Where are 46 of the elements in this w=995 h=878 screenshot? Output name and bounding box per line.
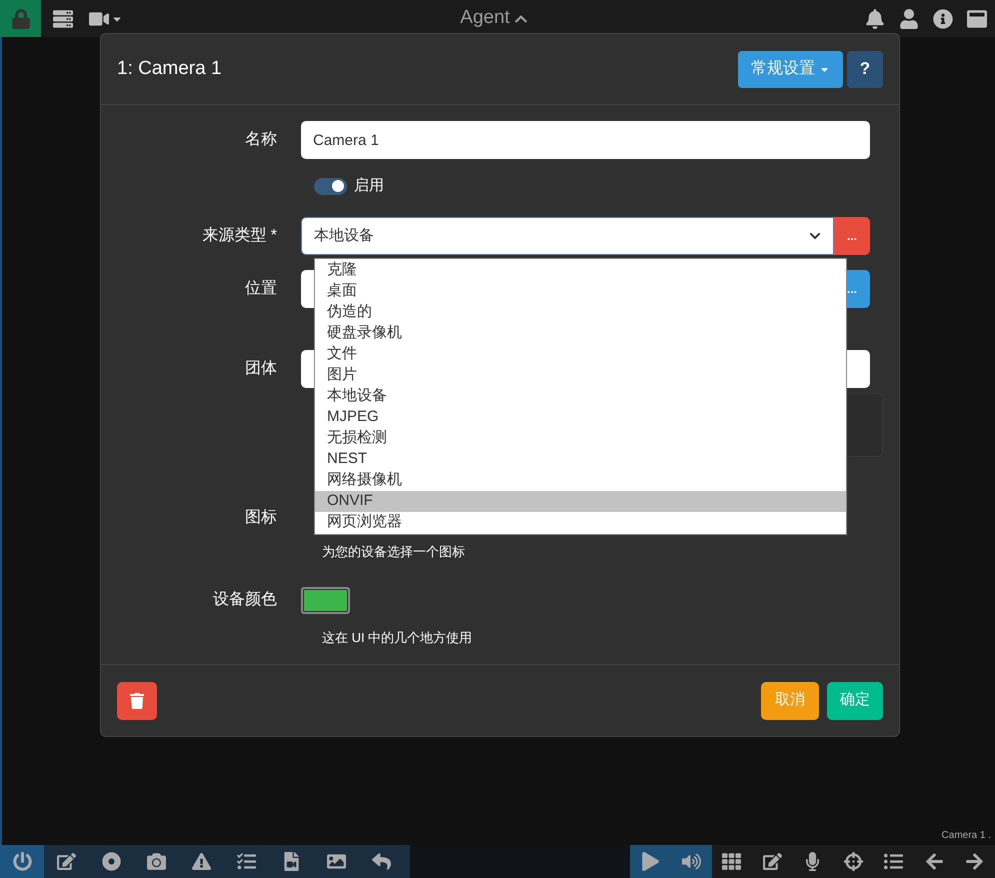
reply-icon[interactable]	[372, 852, 391, 871]
edit-icon[interactable]	[57, 852, 76, 871]
source-select[interactable]: 本地设备	[301, 217, 834, 255]
chevron-down-icon	[809, 230, 821, 242]
server-icon[interactable]	[53, 8, 73, 28]
volume-icon[interactable]	[682, 852, 700, 871]
crosshair-icon[interactable]	[844, 852, 863, 871]
warning-icon[interactable]	[192, 852, 211, 871]
dropdown-option[interactable]: ONVIF	[315, 491, 846, 512]
field-label: 位置	[245, 280, 277, 297]
power-icon	[12, 852, 32, 871]
color-swatch[interactable]	[301, 586, 350, 614]
camera-icon[interactable]	[147, 852, 166, 871]
info-icon[interactable]	[933, 8, 953, 28]
video-file-icon[interactable]	[282, 852, 301, 871]
field-label: 图标	[245, 509, 277, 526]
arrow-left-icon[interactable]	[924, 852, 944, 871]
field-label: 设备颜色	[213, 591, 277, 608]
icon-hint: 为您的设备选择一个图标	[322, 544, 465, 559]
toggle-label: 启用	[354, 176, 384, 196]
delete-button[interactable]	[117, 682, 157, 720]
enable-toggle[interactable]	[314, 178, 347, 194]
record-icon[interactable]	[102, 852, 121, 871]
help-button[interactable]: ?	[847, 50, 883, 88]
field-label: 来源类型 *	[202, 227, 277, 244]
dialog-title: 1: Camera 1	[117, 56, 223, 81]
field-label: 名称	[245, 131, 277, 148]
checklist-icon[interactable]	[237, 852, 256, 871]
color-hint: 这在 UI 中的几个地方使用	[322, 630, 472, 645]
play-icon[interactable]	[640, 852, 660, 871]
field-label: 团体	[245, 360, 277, 377]
agent-menu[interactable]: Agent	[460, 4, 528, 33]
name-field[interactable]: Camera 1	[301, 121, 870, 159]
list-icon[interactable]	[884, 852, 904, 871]
trash-icon	[129, 692, 145, 708]
image-icon[interactable]	[327, 852, 346, 871]
edit-icon[interactable]	[762, 852, 782, 871]
camera-caption: Camera 1 .	[942, 829, 991, 843]
bell-icon[interactable]	[865, 8, 885, 28]
power-button[interactable]	[0, 845, 44, 878]
window-icon[interactable]	[967, 8, 987, 28]
source-more-button[interactable]: ...	[834, 217, 870, 255]
grid-icon[interactable]	[722, 852, 742, 871]
arrow-right-icon[interactable]	[965, 852, 984, 871]
user-icon[interactable]	[899, 8, 919, 28]
lock-icon	[10, 8, 30, 28]
